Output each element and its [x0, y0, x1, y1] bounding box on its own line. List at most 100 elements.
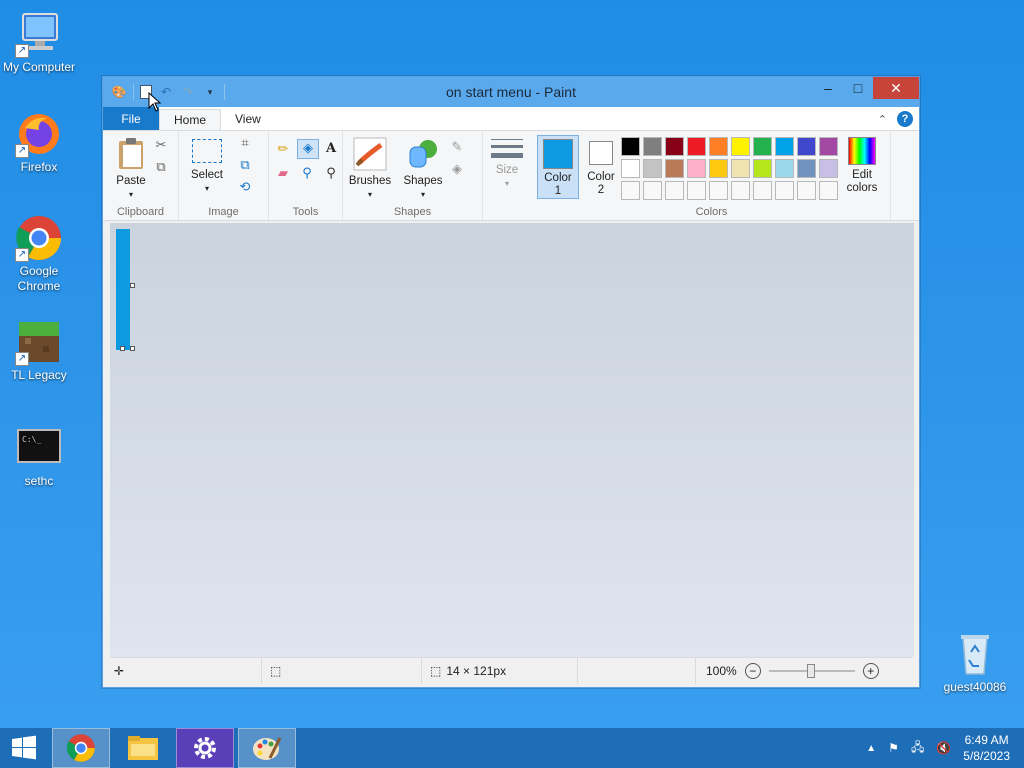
palette-swatch[interactable] [643, 181, 662, 200]
palette-swatch[interactable] [643, 159, 662, 178]
zoom-level: 100% [706, 664, 737, 678]
edit-colors-button[interactable]: Edit colors [839, 137, 885, 195]
zoom-slider[interactable] [768, 664, 855, 678]
desktop-icon-tl-legacy[interactable]: ↗ TL Legacy [0, 318, 78, 383]
title-bar[interactable]: 🎨 ↶ ↷ ▾ on start menu - Paint – □ ✕ [103, 77, 919, 107]
tab-view[interactable]: View [221, 107, 275, 130]
zoom-out-icon[interactable]: − [744, 663, 761, 679]
palette-swatch[interactable] [753, 137, 772, 156]
palette-swatch[interactable] [753, 181, 772, 200]
palette-swatch[interactable] [687, 159, 706, 178]
rotate-icon[interactable]: ⟲ [237, 179, 253, 195]
zoom-slider-thumb[interactable] [806, 664, 815, 678]
start-button[interactable] [0, 728, 48, 768]
resize-handle-bottom[interactable] [120, 346, 125, 351]
palette-swatch[interactable] [709, 137, 728, 156]
eraser-icon[interactable]: ▰ [275, 165, 291, 181]
select-button[interactable]: Select ▾ [189, 139, 225, 195]
shapes-group: Brushes ▾ Shapes ▾ ✎ ◈ Shapes [343, 131, 483, 220]
palette-swatch[interactable] [797, 159, 816, 178]
drawing-canvas[interactable] [116, 229, 130, 350]
palette-swatch[interactable] [621, 159, 640, 178]
palette-swatch[interactable] [731, 181, 750, 200]
zoom-cell: 100% − + [696, 658, 914, 684]
text-icon[interactable]: A [323, 141, 339, 157]
palette-swatch[interactable] [665, 159, 684, 178]
clock-date: 5/8/2023 [963, 749, 1010, 763]
palette-swatch[interactable] [643, 137, 662, 156]
cut-icon[interactable]: ✂ [153, 137, 169, 153]
palette-swatch[interactable] [797, 137, 816, 156]
palette-swatch[interactable] [819, 137, 838, 156]
pencil-icon[interactable]: ✏ [275, 141, 291, 157]
maximize-button[interactable]: □ [843, 77, 873, 99]
clipboard-group: Paste ▾ ✂ ⧉ Clipboard [103, 131, 179, 220]
palette-swatch[interactable] [731, 159, 750, 178]
desktop-icon-recycle-bin[interactable]: guest40086 [936, 630, 1014, 695]
shape-fill-icon[interactable]: ◈ [449, 161, 465, 177]
minimize-ribbon-icon[interactable]: ⌃ [878, 113, 887, 126]
palette-swatch[interactable] [709, 159, 728, 178]
tab-home[interactable]: Home [159, 109, 222, 130]
canvas-area[interactable] [110, 223, 914, 657]
palette-swatch[interactable] [797, 181, 816, 200]
resize-handle-right[interactable] [130, 283, 135, 288]
desktop-icon-label: Google Chrome [17, 264, 61, 293]
palette-swatch[interactable] [775, 137, 794, 156]
palette-swatch[interactable] [665, 137, 684, 156]
cursor-position-cell: ✛ [110, 658, 262, 684]
shapes-button[interactable]: Shapes ▾ [401, 137, 445, 201]
resize-icon[interactable]: ⧉ [237, 157, 253, 173]
palette-swatch[interactable] [753, 159, 772, 178]
clock[interactable]: 6:49 AM 5/8/2023 [963, 732, 1010, 764]
desktop-icon-sethc[interactable]: C:\_ sethc [0, 424, 78, 489]
paste-button[interactable]: Paste ▾ [113, 137, 149, 201]
taskbar-chrome[interactable] [52, 728, 110, 768]
palette-swatch[interactable] [775, 181, 794, 200]
palette-swatch[interactable] [819, 159, 838, 178]
copy-icon[interactable]: ⧉ [153, 159, 169, 175]
volume-muted-icon[interactable]: 🔇 [936, 741, 951, 755]
action-center-icon[interactable]: ⚑ [888, 741, 899, 755]
color-picker-icon[interactable]: ⚲ [299, 165, 315, 181]
help-icon[interactable]: ? [897, 111, 913, 127]
color1-button[interactable]: Color 1 [537, 135, 579, 199]
desktop-icon-my-computer[interactable]: ↗ My Computer [0, 10, 78, 75]
show-hidden-icons[interactable]: ▲ [866, 743, 876, 754]
palette-swatch[interactable] [819, 181, 838, 200]
minecraft-block-icon: ↗ [15, 318, 63, 366]
size-button[interactable]: Size ▾ [489, 139, 525, 190]
close-button[interactable]: ✕ [873, 77, 919, 99]
palette-swatch[interactable] [621, 181, 640, 200]
palette-swatch[interactable] [731, 137, 750, 156]
taskbar-file-explorer[interactable] [114, 728, 172, 768]
recycle-bin-icon [951, 630, 999, 678]
palette-swatch[interactable] [687, 137, 706, 156]
magnifier-icon[interactable]: ⚲ [323, 165, 339, 181]
desktop-icon-firefox[interactable]: ↗ Firefox [0, 110, 78, 175]
palette-swatch[interactable] [709, 181, 728, 200]
palette-swatch[interactable] [775, 159, 794, 178]
chrome-icon: ↗ [15, 214, 63, 262]
firefox-icon: ↗ [15, 110, 63, 158]
computer-icon: ↗ [15, 10, 63, 58]
color2-button[interactable]: Color 2 [581, 135, 621, 199]
palette-swatch[interactable] [621, 137, 640, 156]
desktop-icon-chrome[interactable]: ↗ Google Chrome [0, 214, 78, 294]
taskbar-settings[interactable] [176, 728, 234, 768]
desktop-icon-label: My Computer [2, 60, 76, 74]
network-icon[interactable]: 🖧 [911, 738, 924, 759]
zoom-in-icon[interactable]: + [862, 663, 879, 679]
ribbon-tabs: File Home View ⌃ ? [103, 107, 919, 131]
folder-icon [128, 736, 158, 760]
palette-swatch[interactable] [665, 181, 684, 200]
crop-icon[interactable]: ⌗ [237, 135, 253, 151]
palette-swatch[interactable] [687, 181, 706, 200]
brushes-button[interactable]: Brushes ▾ [347, 137, 393, 201]
clipboard-icon [119, 138, 143, 169]
fill-icon[interactable]: ◈ [297, 139, 319, 159]
outline-icon[interactable]: ✎ [449, 139, 465, 155]
minimize-button[interactable]: – [813, 77, 843, 99]
taskbar-paint[interactable] [238, 728, 296, 768]
resize-handle-corner[interactable] [130, 346, 135, 351]
